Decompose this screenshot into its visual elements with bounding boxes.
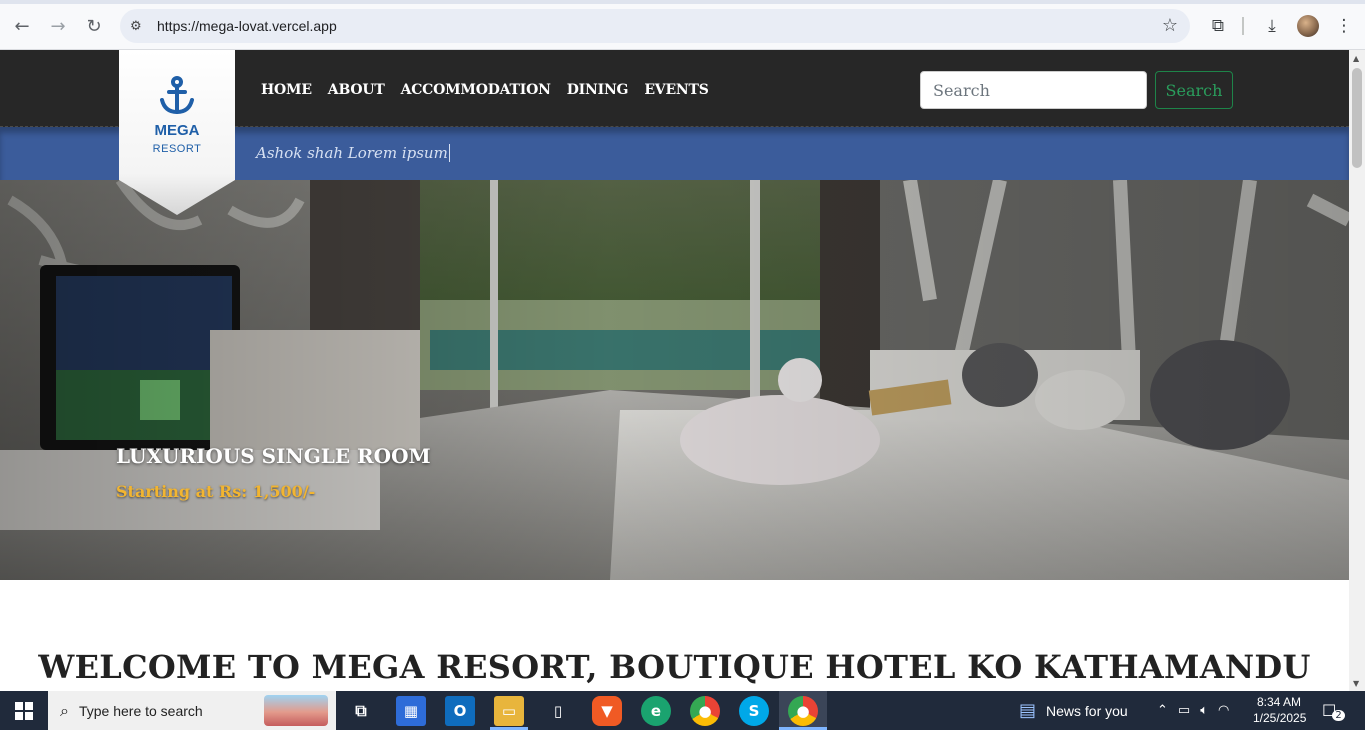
news-widget[interactable]: ▤ News for you: [1019, 691, 1128, 730]
volume-icon[interactable]: 🔈︎: [1200, 703, 1208, 718]
news-label: News for you: [1046, 702, 1128, 719]
brave-icon[interactable]: ▼: [592, 696, 622, 726]
scroll-down-icon[interactable]: ▼: [1353, 679, 1359, 688]
windows-start-icon[interactable]: [0, 691, 48, 730]
nav-about[interactable]: ABOUT: [328, 82, 385, 98]
news-icon: ▤: [1019, 700, 1037, 721]
search-icon: ⌕: [60, 700, 69, 720]
menu-kebab-icon[interactable]: ⋮: [1332, 14, 1356, 38]
web-page: HOME ABOUT ACCOMMODATION DINING EVENTS S…: [0, 50, 1349, 691]
taskbar-clock[interactable]: 8:34 AM 1/25/2025: [1253, 694, 1307, 726]
welcome-heading: WELCOME TO MEGA RESORT, BOUTIQUE HOTEL K…: [38, 648, 1311, 686]
task-view-icon[interactable]: ⧉: [346, 696, 376, 726]
nav-events[interactable]: EVENTS: [644, 82, 709, 98]
hero-price: Starting at Rs: 1,500/-: [116, 482, 316, 501]
windows-taskbar: ⌕ Type here to search ⧉ ▦ O ▭ ▯ ▼ e ● S …: [0, 691, 1365, 730]
search-highlight-image: [264, 695, 328, 726]
main-menu: HOME ABOUT ACCOMMODATION DINING EVENTS: [261, 82, 709, 98]
site-logo[interactable]: MEGA RESORT: [119, 50, 235, 215]
scroll-up-icon[interactable]: ▲: [1353, 54, 1359, 63]
chrome-icon[interactable]: ●: [690, 696, 720, 726]
profile-avatar[interactable]: [1297, 15, 1319, 37]
notepad-icon[interactable]: ▯: [543, 696, 573, 726]
battery-icon[interactable]: ▭: [1178, 703, 1190, 718]
address-bar[interactable]: ⚙ https://mega-lovat.vercel.app ☆: [120, 9, 1190, 43]
wifi-icon[interactable]: ◠: [1218, 703, 1229, 718]
reload-icon[interactable]: ↻: [82, 14, 106, 38]
anchor-icon: [160, 76, 194, 115]
search-input[interactable]: [920, 71, 1147, 109]
hero-banner: LUXURIOUS SINGLE ROOM Starting at Rs: 1,…: [0, 180, 1349, 580]
taskbar-search-placeholder: Type here to search: [78, 702, 203, 719]
forward-icon[interactable]: →: [46, 14, 70, 38]
chrome-profile-icon[interactable]: ●: [788, 696, 818, 726]
clock-time: 8:34 AM: [1256, 695, 1302, 709]
tray-chevron-up-icon[interactable]: ⌃: [1157, 703, 1168, 718]
browser-toolbar: ← → ↻ ⚙ https://mega-lovat.vercel.app ☆ …: [0, 0, 1365, 50]
search-button[interactable]: Search: [1155, 71, 1233, 109]
toolbar-divider: [1242, 17, 1244, 35]
system-tray: ⌃ ▭ 🔈︎ ◠: [1157, 691, 1229, 730]
extensions-icon[interactable]: ⧉: [1206, 14, 1230, 38]
notification-count: 2: [1332, 710, 1345, 721]
bookmark-star-icon[interactable]: ☆: [1162, 15, 1178, 36]
nav-home[interactable]: HOME: [261, 82, 312, 98]
scrollbar-thumb[interactable]: [1352, 68, 1362, 168]
ticker-text: Ashok shah Lorem ipsum: [256, 144, 450, 162]
hero-overlay: [0, 180, 1349, 580]
notification-center-icon[interactable]: ☐ 2: [1322, 691, 1345, 730]
skype-icon[interactable]: S: [739, 696, 769, 726]
logo-name: MEGA: [154, 122, 200, 139]
edge-icon[interactable]: e: [641, 696, 671, 726]
site-info-icon[interactable]: ⚙: [130, 19, 150, 34]
page-scrollbar[interactable]: ▲ ▼: [1349, 50, 1365, 691]
download-icon[interactable]: ⤓: [1260, 14, 1284, 38]
nav-dining[interactable]: DINING: [567, 82, 629, 98]
store-icon[interactable]: ▦: [396, 696, 426, 726]
outlook-icon[interactable]: O: [445, 696, 475, 726]
taskbar-search[interactable]: ⌕ Type here to search: [48, 691, 336, 730]
file-explorer-icon[interactable]: ▭: [494, 696, 524, 726]
logo-subtitle: RESORT: [152, 143, 202, 155]
url-text[interactable]: https://mega-lovat.vercel.app: [157, 18, 337, 34]
tab-strip: [0, 0, 1365, 4]
back-icon[interactable]: ←: [10, 14, 34, 38]
hero-title: LUXURIOUS SINGLE ROOM: [116, 444, 431, 468]
clock-date: 1/25/2025: [1253, 711, 1307, 725]
nav-accommodation[interactable]: ACCOMMODATION: [401, 82, 551, 98]
